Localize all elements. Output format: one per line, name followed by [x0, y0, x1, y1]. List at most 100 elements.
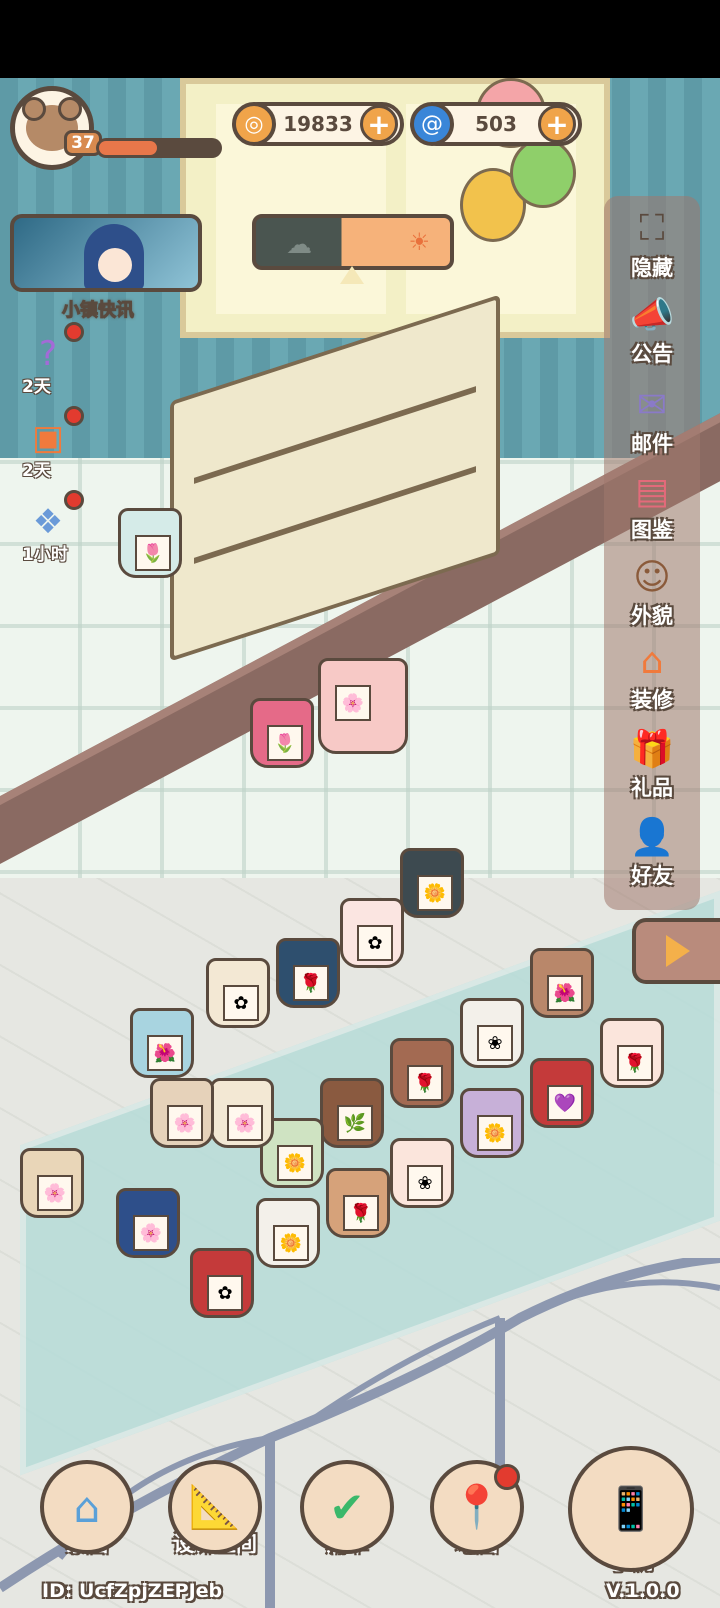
potted-plant[interactable]: 🌸: [20, 1148, 84, 1218]
menu-mail[interactable]: ✉ 邮件: [604, 380, 700, 458]
nav-checklist[interactable]: ✔ 清单: [300, 1460, 394, 1558]
flower-tag-icon: 🌿: [337, 1105, 373, 1141]
potted-plant[interactable]: 🌼: [256, 1198, 320, 1268]
flower-tag-icon: 🌼: [273, 1225, 309, 1261]
potted-plant[interactable]: 💜: [530, 1058, 594, 1128]
notification-dot: [64, 490, 84, 510]
potted-plant[interactable]: 🌷: [118, 508, 182, 578]
contacts-icon: 👤: [629, 817, 675, 858]
gem-amount: 503: [475, 112, 517, 136]
gift-stack-icon: ❖: [32, 502, 64, 542]
flower-tag-icon: 🌹: [343, 1195, 379, 1231]
notification-dot: [494, 1464, 520, 1490]
potted-plant[interactable]: ✿: [190, 1248, 254, 1318]
add-gems-button[interactable]: +: [538, 105, 576, 143]
menu-friends[interactable]: 👤 好友: [604, 812, 700, 890]
flower-tag-icon: ❀: [477, 1025, 513, 1061]
cloud-icon: ☁: [286, 230, 312, 260]
xp-bar-fill: [99, 141, 157, 155]
event-button-1[interactable]: ? 2天: [22, 322, 84, 397]
flower-tag-icon: ✿: [223, 985, 259, 1021]
event-button-3[interactable]: ❖ 1小时: [22, 490, 84, 565]
flower-bouquet-icon: 🌸: [335, 685, 371, 721]
flower-tag-icon: 🌼: [477, 1115, 513, 1151]
potted-plant[interactable]: 🌹: [390, 1038, 454, 1108]
potted-plant[interactable]: 🌹: [326, 1168, 390, 1238]
phone-icon: 📱: [568, 1446, 694, 1572]
potted-plant[interactable]: 🌸: [116, 1188, 180, 1258]
version-label: V.1.0.0: [606, 1580, 680, 1602]
menu-album[interactable]: ▤ 图鉴: [604, 466, 700, 544]
home-icon: ⌂: [40, 1460, 134, 1554]
flower-tag-icon: 🌼: [277, 1145, 313, 1181]
coin-counter[interactable]: ◎ 19833 +: [232, 102, 404, 146]
album-icon: ▤: [634, 470, 669, 512]
gem-counter[interactable]: @ 503 +: [410, 102, 582, 146]
potted-plant[interactable]: ❀: [460, 998, 524, 1068]
flower-tag-icon: 🌹: [293, 965, 329, 1001]
potted-plant[interactable]: 🌿: [320, 1078, 384, 1148]
menu-announcement[interactable]: 📣 公告: [604, 290, 700, 368]
potted-plant[interactable]: 🌸: [210, 1078, 274, 1148]
menu-appearance[interactable]: ☺ 外貌: [604, 552, 700, 630]
potted-plant[interactable]: 🌺: [130, 1008, 194, 1078]
add-coins-button[interactable]: +: [360, 105, 398, 143]
potted-plant[interactable]: 🌷: [250, 698, 314, 768]
town-news-label: 小镇快讯: [62, 300, 135, 322]
town-news-banner[interactable]: [10, 214, 202, 292]
xp-bar: [96, 138, 222, 158]
flower-tag-icon: 🌹: [617, 1045, 653, 1081]
checklist-icon: ✔: [300, 1460, 394, 1554]
nav-map[interactable]: 📍 地图: [430, 1460, 524, 1558]
event-timer: 2天: [22, 461, 51, 481]
menu-decorate[interactable]: ⌂ 装修: [604, 636, 700, 714]
potted-plant[interactable]: ❀: [390, 1138, 454, 1208]
event-timer: 2天: [22, 377, 51, 397]
map-pin-icon: 📍: [430, 1460, 524, 1554]
face-icon: ☺: [633, 556, 671, 598]
flower-tag-icon: ❀: [407, 1165, 443, 1201]
flower-basket[interactable]: 🌸: [318, 658, 408, 754]
menu-hide[interactable]: ⛶ 隐藏: [604, 204, 700, 282]
flower-tag-icon: 🌷: [135, 535, 171, 571]
potted-plant[interactable]: 🌹: [276, 938, 340, 1008]
hide-frame-icon: ⛶: [639, 208, 665, 249]
potted-plant[interactable]: ✿: [206, 958, 270, 1028]
flower-tag-icon: ✿: [207, 1275, 243, 1311]
megaphone-icon: 📣: [629, 295, 675, 336]
nav-design-space[interactable]: 📐 设计空间: [168, 1460, 262, 1558]
flower-tag-icon: 💜: [547, 1085, 583, 1121]
flower-tag-icon: 🌺: [147, 1035, 183, 1071]
event-button-2[interactable]: ▣ 2天: [22, 406, 84, 481]
event-timer: 1小时: [22, 545, 68, 565]
house-wrench-icon: ⌂: [640, 640, 664, 682]
play-arrow-icon: [666, 935, 690, 967]
potted-plant[interactable]: ✿: [340, 898, 404, 968]
coin-amount: 19833: [283, 112, 353, 136]
flower-tag-icon: 🌸: [227, 1105, 263, 1141]
flower-tag-icon: 🌺: [547, 975, 583, 1011]
nav-phone[interactable]: 📱 手机: [568, 1446, 694, 1576]
player-avatar[interactable]: [10, 86, 94, 170]
potted-plant[interactable]: 🌹: [600, 1018, 664, 1088]
flower-tag-icon: 🌷: [267, 725, 303, 761]
user-id: ID: UcfZpjZEPJeb: [42, 1580, 223, 1602]
sun-icon: ☀: [408, 228, 430, 256]
menu-gifts[interactable]: 🎁 礼品: [604, 724, 700, 802]
potted-plant[interactable]: 🌺: [530, 948, 594, 1018]
status-bar: [0, 0, 720, 78]
notification-dot: [64, 406, 84, 426]
flower-tag-icon: 🌹: [407, 1065, 443, 1101]
flower-tag-icon: 🌼: [417, 875, 453, 911]
shop-icon: ▣: [31, 418, 65, 458]
weather-indicator[interactable]: ☁ ☀: [252, 214, 454, 270]
potted-plant[interactable]: 🌼: [400, 848, 464, 918]
expand-panel-button[interactable]: [632, 918, 720, 984]
mail-icon: ✉: [636, 384, 668, 426]
ruler-icon: 📐: [168, 1460, 262, 1554]
potted-plant[interactable]: 🌸: [150, 1078, 214, 1148]
potted-plant[interactable]: 🌼: [460, 1088, 524, 1158]
hook-icon: ?: [38, 334, 58, 374]
nav-home[interactable]: ⌂ 家园: [40, 1460, 134, 1558]
gift-icon: 🎁: [629, 729, 675, 770]
